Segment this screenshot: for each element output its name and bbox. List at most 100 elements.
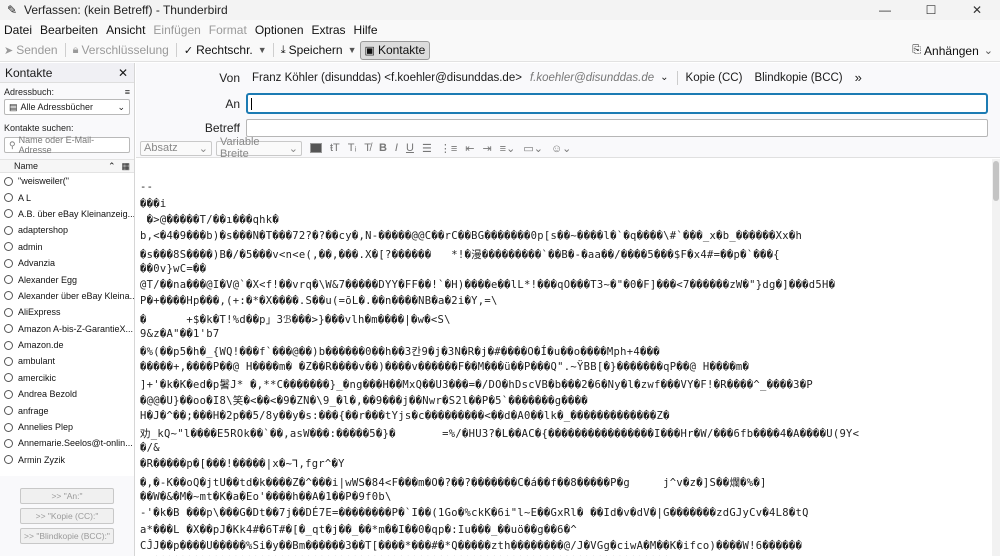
menu-format[interactable]: Format	[205, 23, 251, 37]
list-item[interactable]: Armin Zyzik	[0, 452, 134, 468]
numbered-list-icon[interactable]: ⋮≡	[440, 142, 457, 155]
contact-icon	[4, 356, 13, 366]
list-item[interactable]: Advanzia	[0, 255, 134, 271]
bullet-list-icon[interactable]: ☰	[422, 142, 432, 155]
body-text-line: P�+����Hp���,(+:�*�X����.S��u(=ōL�.��n��…	[140, 295, 498, 308]
send-button[interactable]: ➤ Senden	[0, 41, 62, 60]
body-text-line: �@@�U}��oo�I8\笑�<��<�9�ZN�\9_�l�,��9���j…	[140, 395, 588, 408]
add-to-button[interactable]: >> "An:"	[20, 488, 114, 504]
contact-icon	[4, 422, 13, 432]
list-item[interactable]: ambulant	[0, 353, 134, 369]
search-placeholder: Name oder E-Mail-Adresse	[18, 135, 95, 155]
minimize-button[interactable]: —	[862, 0, 908, 20]
body-text-line: H�J�^��;���H�2p��5/8y��y�s:���{��r���tYj…	[140, 409, 670, 422]
list-item[interactable]: "weisweiler("	[0, 173, 134, 189]
menu-datei[interactable]: Datei	[0, 23, 36, 37]
underline-icon[interactable]: U	[406, 142, 414, 154]
list-item[interactable]: Alexander Egg	[0, 271, 134, 287]
body-text-line: b,<�4�9���b)�s���N�T���72?�?��cy�,N-����…	[140, 230, 803, 243]
text-color-icon[interactable]	[310, 143, 322, 153]
contacts-button[interactable]: ▣ Kontakte	[359, 40, 431, 60]
column-header[interactable]: Name ⌃ ▦	[0, 159, 134, 173]
list-item[interactable]: admin	[0, 239, 134, 255]
spelling-button[interactable]: ✓ Rechtschr.	[180, 41, 257, 60]
from-email: f.koehler@disunddas.de	[529, 71, 655, 84]
menu-optionen[interactable]: Optionen	[251, 23, 308, 37]
sidebar-header: Kontakte ✕	[0, 63, 134, 83]
compose-pencil-icon: ✎	[6, 3, 18, 17]
save-button[interactable]: ⤓ Speichern	[277, 41, 347, 60]
to-input[interactable]	[246, 93, 988, 114]
attach-button[interactable]: ⎘ Anhängen	[908, 41, 983, 60]
menu-hilfe[interactable]: Hilfe	[350, 23, 382, 37]
font-select[interactable]: Variable Breite ⌄	[216, 136, 302, 160]
list-item[interactable]: Amazon A-bis-Z-GarantieX...	[0, 321, 134, 337]
scrollbar-thumb[interactable]	[993, 161, 999, 201]
body-text-line: 9&z�A"��1'b7	[140, 328, 220, 340]
list-item[interactable]: adaptershop	[0, 222, 134, 238]
window-controls: — ☐ ✕	[862, 0, 1000, 20]
column-picker-icon[interactable]: ▦	[121, 161, 130, 172]
menu-lines-icon[interactable]: ≡	[125, 87, 130, 97]
subject-input[interactable]	[246, 119, 988, 137]
search-label-row: Kontakte suchen:	[0, 115, 134, 135]
close-window-button[interactable]: ✕	[954, 0, 1000, 20]
maximize-button[interactable]: ☐	[908, 0, 954, 20]
add-cc-button[interactable]: >> "Kopie (CC):"	[20, 508, 114, 524]
font-smaller-icon[interactable]: Tᵢ	[348, 142, 356, 154]
list-item[interactable]: amercikic	[0, 370, 134, 386]
message-body[interactable]: -- ���i �>@�����T/��ı���qhk� b,<�4�9���b)�…	[136, 159, 1000, 556]
toolbar-divider	[175, 43, 177, 57]
remove-format-icon[interactable]: T̸	[364, 142, 371, 154]
list-item[interactable]: AliExpress	[0, 304, 134, 320]
more-recipient-types-icon[interactable]: »	[855, 70, 862, 85]
save-dropdown-icon[interactable]: ▼	[348, 45, 357, 55]
list-item[interactable]: A L	[0, 189, 134, 205]
menu-bar: Datei Bearbeiten Ansicht Einfügen Format…	[0, 20, 1000, 39]
body-text-line: @T/��na���@I�V@`�X<f!��vrq�\W&7�����DYY�…	[140, 279, 836, 292]
italic-icon[interactable]: I	[395, 142, 398, 154]
insert-icon[interactable]: ▭⌄	[523, 142, 543, 155]
spellcheck-icon: ✓	[183, 44, 194, 57]
cc-toggle[interactable]: Kopie (CC)	[686, 72, 743, 84]
menu-einfuegen[interactable]: Einfügen	[149, 23, 204, 37]
list-item[interactable]: Amazon.de	[0, 337, 134, 353]
list-item[interactable]: Annemarie.Seelos@t-onlin...	[0, 435, 134, 451]
menu-ansicht[interactable]: Ansicht	[102, 23, 149, 37]
encryption-button[interactable]: 🔒︎ Verschlüsselung	[69, 41, 173, 60]
from-label: Von	[219, 70, 240, 85]
body-text-line: �,�-K��oQ�jtU��td�k����Z�^���i|wWS�84<F�…	[140, 476, 767, 489]
outdent-icon[interactable]: ⇤	[465, 142, 474, 155]
contact-icon	[4, 176, 13, 186]
list-item[interactable]: anfrage	[0, 402, 134, 418]
paragraph-format-select[interactable]: Absatz ⌄	[140, 140, 212, 156]
list-item[interactable]: A.B. über eBay Kleinanzeig...	[0, 206, 134, 222]
spelling-dropdown-icon[interactable]: ▼	[258, 45, 267, 55]
add-bcc-button[interactable]: >> "Blindkopie (BCC):"	[20, 528, 114, 544]
close-sidebar-icon[interactable]: ✕	[118, 66, 128, 80]
body-text-line: �����+,����P��@ H����m� �Z��R����v��)���…	[140, 360, 756, 373]
menu-extras[interactable]: Extras	[308, 23, 350, 37]
attach-dropdown-icon[interactable]: ⌄	[984, 44, 993, 57]
bcc-toggle[interactable]: Blindkopie (BCC)	[754, 72, 842, 84]
body-text-line: ]+'�k�K�ed�p鬐J* �,**C�������}_�ng���H��M…	[140, 378, 813, 391]
addressbook-label: Adressbuch:	[4, 87, 55, 97]
list-item[interactable]: Andrea Bezold	[0, 386, 134, 402]
name-column-label: Name	[14, 161, 39, 171]
contact-icon	[4, 225, 13, 235]
align-icon[interactable]: ≡⌄	[500, 142, 516, 155]
contact-icon	[4, 455, 13, 465]
contact-icon	[4, 324, 13, 334]
list-item[interactable]: Annelies Plep	[0, 419, 134, 435]
bold-icon[interactable]: B	[379, 142, 387, 154]
contact-search-input[interactable]: ⚲ Name oder E-Mail-Adresse	[4, 135, 130, 155]
menu-bearbeiten[interactable]: Bearbeiten	[36, 23, 102, 37]
body-scrollbar[interactable]	[992, 159, 1000, 556]
list-item[interactable]: Alexander über eBay Kleina...	[0, 288, 134, 304]
from-select[interactable]: Franz Köhler (disunddas) <f.koehler@disu…	[246, 72, 669, 84]
emoji-icon[interactable]: ☺⌄	[551, 142, 571, 155]
body-text-line: � +$�k�T!%d��p」3ℬ���>}���vlh�m����|�w�<S…	[140, 313, 451, 326]
addressbook-select[interactable]: ▤ Alle Adressbücher ⌄	[4, 99, 130, 115]
font-larger-icon[interactable]: ŧT	[330, 142, 340, 154]
indent-icon[interactable]: ⇥	[482, 142, 491, 155]
